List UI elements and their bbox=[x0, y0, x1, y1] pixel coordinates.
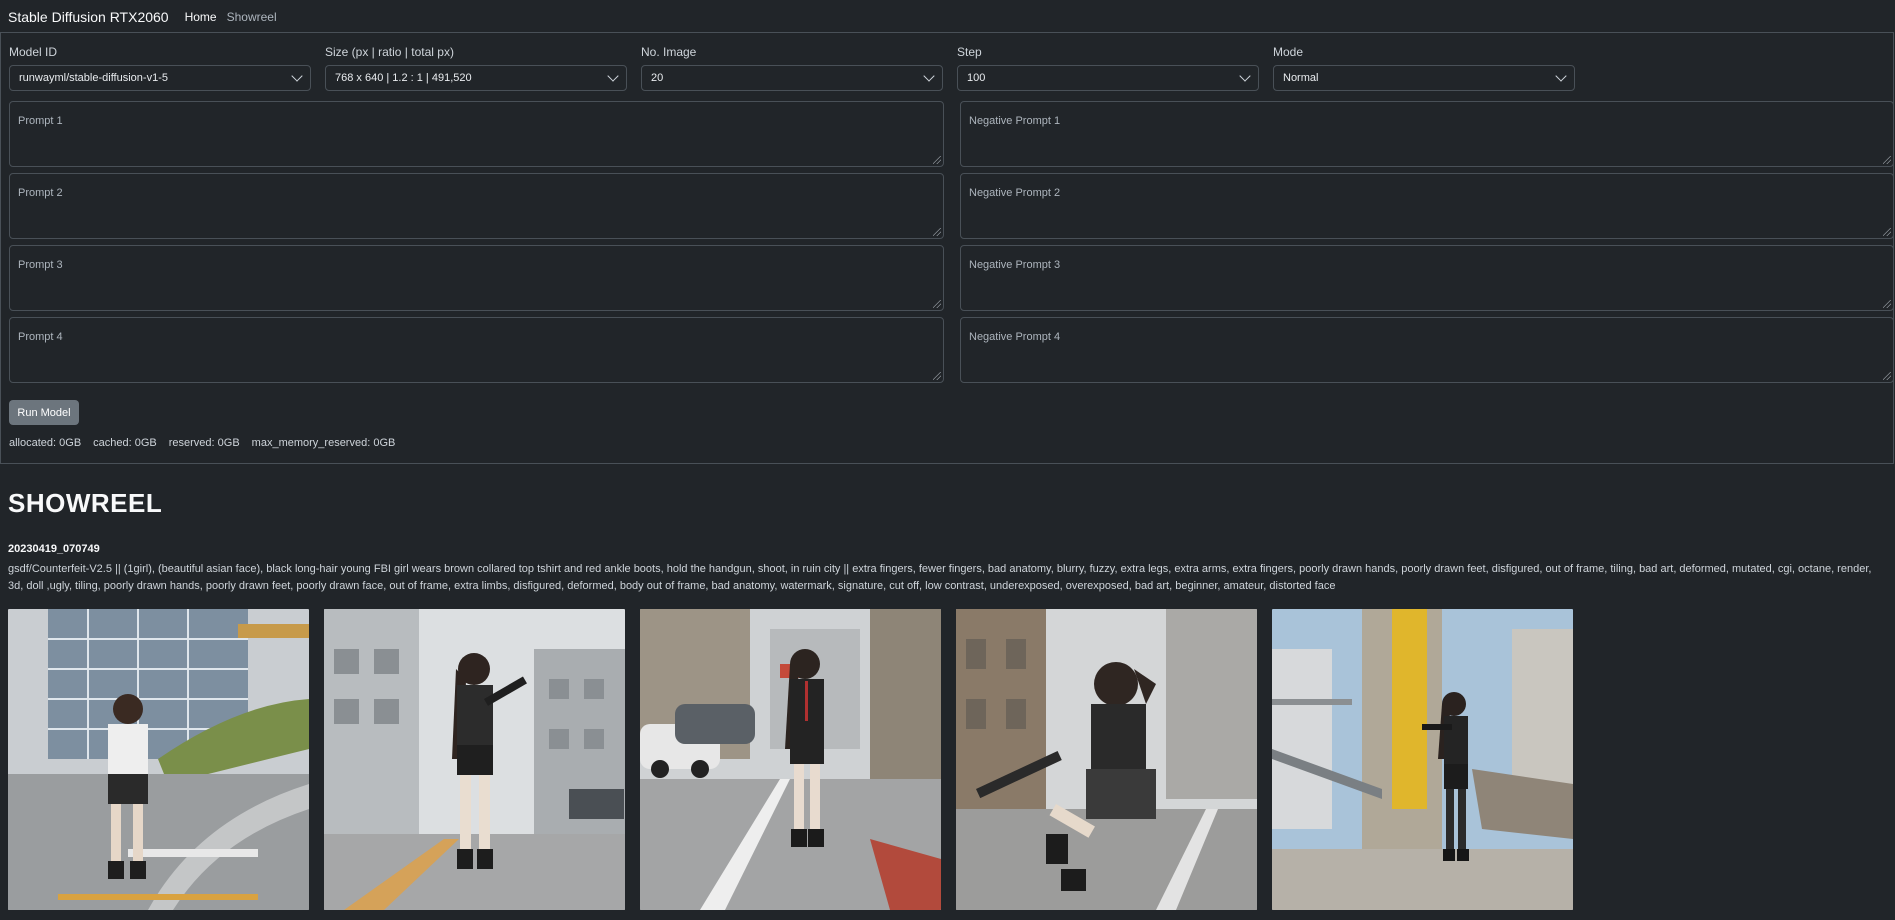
negative-prompt-1-placeholder: Negative Prompt 1 bbox=[969, 115, 1061, 127]
resize-handle-icon[interactable] bbox=[1883, 300, 1891, 308]
step-value: 100 bbox=[967, 72, 986, 84]
showreel-image[interactable] bbox=[8, 609, 309, 910]
nav-showreel[interactable]: Showreel bbox=[227, 10, 277, 24]
app-brand[interactable]: Stable Diffusion RTX2060 bbox=[8, 9, 169, 25]
num-image-value: 20 bbox=[651, 72, 664, 84]
model-id-field: Model ID runwayml/stable-diffusion-v1-5 bbox=[9, 45, 311, 91]
prompt-2-textarea[interactable]: Prompt 2 bbox=[9, 173, 944, 239]
showreel-image[interactable] bbox=[1272, 609, 1573, 910]
negative-prompt-3-placeholder: Negative Prompt 3 bbox=[969, 259, 1061, 271]
size-value: 768 x 640 | 1.2 : 1 | 491,520 bbox=[335, 72, 472, 84]
navbar: Stable Diffusion RTX2060 Home Showreel bbox=[0, 0, 1895, 34]
chevron-down-icon bbox=[1239, 70, 1251, 82]
prompt-4-placeholder: Prompt 4 bbox=[18, 331, 63, 343]
step-label: Step bbox=[957, 45, 982, 59]
chevron-down-icon bbox=[1555, 70, 1567, 82]
showreel-heading: SHOWREEL bbox=[8, 488, 163, 518]
resize-handle-icon[interactable] bbox=[933, 228, 941, 236]
mode-field: Mode Normal bbox=[1273, 45, 1575, 91]
step-field: Step 100 bbox=[957, 45, 1259, 91]
model-id-label: Model ID bbox=[9, 45, 58, 59]
mode-label: Mode bbox=[1273, 45, 1304, 59]
model-id-value: runwayml/stable-diffusion-v1-5 bbox=[19, 72, 168, 84]
memory-stats: allocated: 0GB cached: 0GB reserved: 0GB… bbox=[9, 437, 395, 449]
generation-panel: Model ID runwayml/stable-diffusion-v1-5 … bbox=[0, 32, 1894, 464]
resize-handle-icon[interactable] bbox=[1883, 228, 1891, 236]
num-image-field: No. Image 20 bbox=[641, 45, 943, 91]
prompt-1-placeholder: Prompt 1 bbox=[18, 115, 63, 127]
chevron-down-icon bbox=[291, 70, 303, 82]
size-select[interactable]: 768 x 640 | 1.2 : 1 | 491,520 bbox=[325, 65, 627, 91]
showreel-image[interactable] bbox=[640, 609, 941, 910]
negative-prompt-1-textarea[interactable]: Negative Prompt 1 bbox=[960, 101, 1894, 167]
resize-handle-icon[interactable] bbox=[933, 300, 941, 308]
num-image-select[interactable]: 20 bbox=[641, 65, 943, 91]
prompt-2-placeholder: Prompt 2 bbox=[18, 187, 63, 199]
nav-home[interactable]: Home bbox=[185, 10, 217, 24]
showreel-image[interactable] bbox=[324, 609, 625, 910]
negative-prompt-2-textarea[interactable]: Negative Prompt 2 bbox=[960, 173, 1894, 239]
resize-handle-icon[interactable] bbox=[933, 156, 941, 164]
size-field: Size (px | ratio | total px) 768 x 640 |… bbox=[325, 45, 627, 91]
negative-prompt-4-textarea[interactable]: Negative Prompt 4 bbox=[960, 317, 1894, 383]
size-label: Size (px | ratio | total px) bbox=[325, 45, 454, 59]
negative-prompt-3-textarea[interactable]: Negative Prompt 3 bbox=[960, 245, 1894, 311]
entry-prompt-text: gsdf/Counterfeit-V2.5 || (1girl), (beaut… bbox=[8, 563, 1872, 592]
chevron-down-icon bbox=[607, 70, 619, 82]
memory-reserved: reserved: 0GB bbox=[168, 437, 240, 449]
entry-timestamp: 20230419_070749 bbox=[8, 543, 100, 555]
prompt-1-textarea[interactable]: Prompt 1 bbox=[9, 101, 944, 167]
run-model-button[interactable]: Run Model bbox=[9, 400, 79, 425]
mode-select[interactable]: Normal bbox=[1273, 65, 1575, 91]
memory-max-reserved: max_memory_reserved: 0GB bbox=[251, 437, 396, 449]
step-select[interactable]: 100 bbox=[957, 65, 1259, 91]
resize-handle-icon[interactable] bbox=[1883, 372, 1891, 380]
showreel-image[interactable] bbox=[956, 609, 1257, 910]
resize-handle-icon[interactable] bbox=[933, 372, 941, 380]
prompt-3-placeholder: Prompt 3 bbox=[18, 259, 63, 271]
num-image-label: No. Image bbox=[641, 45, 697, 59]
chevron-down-icon bbox=[923, 70, 935, 82]
prompt-3-textarea[interactable]: Prompt 3 bbox=[9, 245, 944, 311]
prompt-4-textarea[interactable]: Prompt 4 bbox=[9, 317, 944, 383]
negative-prompt-2-placeholder: Negative Prompt 2 bbox=[969, 187, 1061, 199]
memory-cached: cached: 0GB bbox=[93, 437, 157, 449]
resize-handle-icon[interactable] bbox=[1883, 156, 1891, 164]
negative-prompt-4-placeholder: Negative Prompt 4 bbox=[969, 331, 1061, 343]
model-id-select[interactable]: runwayml/stable-diffusion-v1-5 bbox=[9, 65, 311, 91]
mode-value: Normal bbox=[1283, 72, 1319, 84]
memory-allocated: allocated: 0GB bbox=[9, 437, 82, 449]
